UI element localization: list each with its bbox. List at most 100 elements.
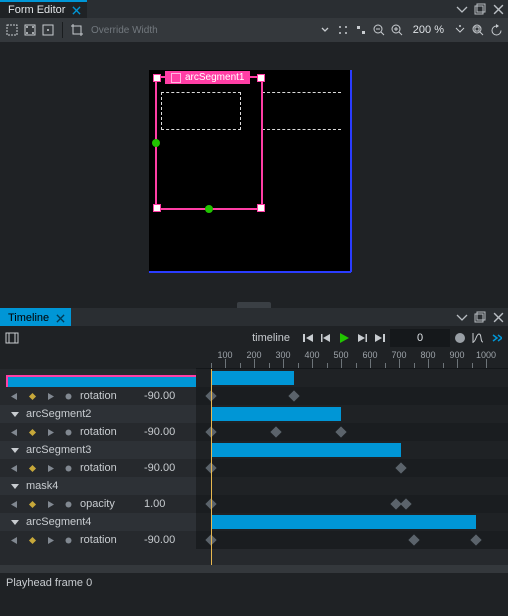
record-dot-icon[interactable]	[60, 532, 76, 548]
canvas[interactable]: arcSegment1	[0, 42, 508, 308]
track-property[interactable]: rotation -90.00	[0, 387, 508, 405]
to-end-icon[interactable]	[372, 330, 388, 346]
track-property[interactable]: rotation -90.00	[0, 423, 508, 441]
current-frame-input[interactable]	[390, 329, 450, 347]
track-group[interactable]: mask4	[0, 477, 508, 495]
handle-bottom-right[interactable]	[257, 204, 265, 212]
keyframe[interactable]	[205, 426, 216, 437]
tool-bounding-icon[interactable]	[4, 22, 20, 38]
zoom-in-icon[interactable]	[389, 22, 405, 38]
record-icon[interactable]	[452, 330, 468, 346]
track-property[interactable]: rotation -90.00	[0, 459, 508, 477]
track-lane[interactable]	[196, 387, 508, 405]
track-tree-cell[interactable]: opacity 1.00	[0, 495, 196, 513]
next-keyframe-icon[interactable]	[42, 424, 58, 440]
track-value[interactable]: -90.00	[140, 426, 196, 438]
track-lane[interactable]	[196, 495, 508, 513]
record-dot-icon[interactable]	[60, 424, 76, 440]
zoom-out-icon[interactable]	[371, 22, 387, 38]
keyframe-diamond-icon[interactable]	[24, 460, 40, 476]
grid-toggle-icon[interactable]	[335, 22, 351, 38]
track-lane[interactable]	[196, 369, 508, 387]
to-start-icon[interactable]	[300, 330, 316, 346]
selection-label-badge[interactable]: arcSegment1	[165, 71, 250, 84]
handle-mid-bottom[interactable]	[205, 205, 213, 213]
prev-keyframe-icon[interactable]	[6, 532, 22, 548]
prev-keyframe-icon[interactable]	[6, 460, 22, 476]
track-group[interactable]: arcSegment2	[0, 405, 508, 423]
panel-menu-icon[interactable]	[454, 309, 470, 325]
track-value[interactable]: -90.00	[140, 534, 196, 546]
next-keyframe-icon[interactable]	[42, 460, 58, 476]
record-dot-icon[interactable]	[60, 496, 76, 512]
track-lane[interactable]	[196, 477, 508, 495]
time-ruler[interactable]: ✋ 100200300400500600700800900100011	[196, 350, 508, 369]
keyframe[interactable]	[400, 498, 411, 509]
overflow-icon[interactable]	[488, 330, 504, 346]
prev-keyframe-icon[interactable]	[6, 496, 22, 512]
next-keyframe-icon[interactable]	[42, 388, 58, 404]
expand-icon[interactable]	[6, 442, 22, 458]
step-forward-icon[interactable]	[354, 330, 370, 346]
step-back-icon[interactable]	[318, 330, 334, 346]
tool-anchors-sparse-icon[interactable]	[40, 22, 56, 38]
track-value[interactable]: -90.00	[140, 462, 196, 474]
snap-toggle-icon[interactable]	[353, 22, 369, 38]
track-tree-cell[interactable]: rotation -90.00	[0, 459, 196, 477]
more-icon[interactable]	[317, 22, 333, 38]
track-tree-cell[interactable]: rotation -90.00	[0, 387, 196, 405]
panel-close-icon[interactable]	[490, 309, 506, 325]
clip[interactable]	[211, 371, 294, 385]
keyframe[interactable]	[395, 462, 406, 473]
zoom-value[interactable]: 200 %	[407, 24, 450, 36]
keyframe-diamond-icon[interactable]	[24, 496, 40, 512]
keyframe[interactable]	[205, 390, 216, 401]
panel-close-icon[interactable]	[490, 1, 506, 17]
prev-keyframe-icon[interactable]	[6, 424, 22, 440]
track-lane[interactable]	[196, 441, 508, 459]
clip[interactable]	[211, 515, 476, 529]
record-dot-icon[interactable]	[60, 460, 76, 476]
next-keyframe-icon[interactable]	[42, 496, 58, 512]
track-property[interactable]: rotation -90.00	[0, 531, 508, 549]
curve-editor-icon[interactable]	[470, 330, 486, 346]
track-lane[interactable]	[196, 423, 508, 441]
tool-crop-icon[interactable]	[69, 22, 85, 38]
close-tab-icon[interactable]	[69, 3, 83, 17]
prev-keyframe-icon[interactable]	[6, 388, 22, 404]
keyframe-diamond-icon[interactable]	[24, 424, 40, 440]
track-tree-cell[interactable]: rotation -90.00	[0, 423, 196, 441]
record-dot-icon[interactable]	[60, 388, 76, 404]
tool-anchors-dense-icon[interactable]	[22, 22, 38, 38]
expand-icon[interactable]	[6, 478, 22, 494]
keyframe[interactable]	[205, 498, 216, 509]
track-tree-cell[interactable]: rotation -90.00	[0, 531, 196, 549]
selection-box[interactable]: arcSegment1	[155, 76, 263, 210]
expand-icon[interactable]	[6, 514, 22, 530]
track-group[interactable]: arcSegment3	[0, 441, 508, 459]
track-value[interactable]: -90.00	[140, 390, 196, 402]
refresh-icon[interactable]	[488, 22, 504, 38]
next-keyframe-icon[interactable]	[42, 532, 58, 548]
keyframe[interactable]	[408, 534, 419, 545]
track-tree-cell[interactable]: arcSegment2	[0, 405, 196, 423]
track-property[interactable]: opacity 1.00	[0, 495, 508, 513]
panel-pop-out-icon[interactable]	[472, 309, 488, 325]
close-tab-icon[interactable]	[53, 311, 67, 325]
keyframe[interactable]	[335, 426, 346, 437]
expand-icon[interactable]	[6, 406, 22, 422]
stage[interactable]: arcSegment1	[149, 70, 351, 272]
keyframe-diamond-icon[interactable]	[24, 532, 40, 548]
handle-top-right[interactable]	[257, 74, 265, 82]
handle-top-left[interactable]	[153, 74, 161, 82]
zoom-menu-icon[interactable]	[452, 22, 468, 38]
track-group[interactable]: arcSegment1	[0, 369, 508, 387]
keyframe[interactable]	[205, 462, 216, 473]
panel-pop-out-icon[interactable]	[472, 1, 488, 17]
track-value[interactable]: 1.00	[140, 498, 196, 510]
tab-timeline[interactable]: Timeline	[0, 308, 71, 326]
keyframe[interactable]	[205, 534, 216, 545]
clip[interactable]	[211, 443, 401, 457]
handle-bottom-left[interactable]	[153, 204, 161, 212]
clip[interactable]	[211, 407, 341, 421]
